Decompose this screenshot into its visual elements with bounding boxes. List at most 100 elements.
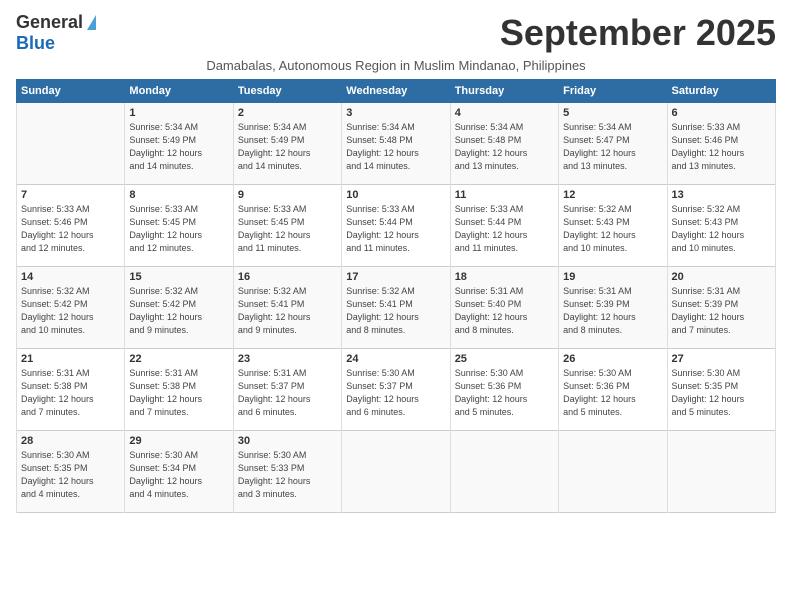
day-info: Sunrise: 5:30 AM Sunset: 5:34 PM Dayligh… (129, 449, 228, 501)
day-info: Sunrise: 5:31 AM Sunset: 5:38 PM Dayligh… (129, 367, 228, 419)
day-number: 26 (563, 353, 662, 365)
logo: General Blue (16, 12, 96, 54)
day-cell: 29 Sunrise: 5:30 AM Sunset: 5:34 PM Dayli… (125, 431, 233, 513)
day-info: Sunrise: 5:30 AM Sunset: 5:35 PM Dayligh… (672, 367, 771, 419)
day-number: 12 (563, 189, 662, 201)
day-cell: 10Sunrise: 5:33 AM Sunset: 5:44 PM Dayli… (342, 185, 450, 267)
day-number: 19 (563, 271, 662, 283)
day-info: Sunrise: 5:33 AM Sunset: 5:44 PM Dayligh… (455, 203, 554, 255)
day-number: 21 (21, 353, 120, 365)
day-number: 24 (346, 353, 445, 365)
day-info: Sunrise: 5:32 AM Sunset: 5:43 PM Dayligh… (672, 203, 771, 255)
day-info: Sunrise: 5:32 AM Sunset: 5:41 PM Dayligh… (346, 285, 445, 337)
day-cell: 14Sunrise: 5:32 AM Sunset: 5:42 PM Dayli… (17, 267, 125, 349)
day-number: 6 (672, 107, 771, 119)
col-friday: Friday (559, 80, 667, 103)
day-number: 22 (129, 353, 228, 365)
day-cell (667, 431, 775, 513)
day-number: 5 (563, 107, 662, 119)
day-number: 1 (129, 107, 228, 119)
col-sunday: Sunday (17, 80, 125, 103)
day-info: Sunrise: 5:34 AM Sunset: 5:48 PM Dayligh… (346, 121, 445, 173)
day-cell: 4Sunrise: 5:34 AM Sunset: 5:48 PM Daylig… (450, 103, 558, 185)
day-number: 3 (346, 107, 445, 119)
col-monday: Monday (125, 80, 233, 103)
calendar-table: Sunday Monday Tuesday Wednesday Thursday… (16, 79, 776, 513)
day-cell: 21 Sunrise: 5:31 AM Sunset: 5:38 PM Dayli… (17, 349, 125, 431)
col-tuesday: Tuesday (233, 80, 341, 103)
week-row-3: 21 Sunrise: 5:31 AM Sunset: 5:38 PM Dayli… (17, 349, 776, 431)
day-cell: 7 Sunrise: 5:33 AM Sunset: 5:46 PM Daylig… (17, 185, 125, 267)
day-number: 23 (238, 353, 337, 365)
day-number: 28 (21, 435, 120, 447)
day-cell: 13 Sunrise: 5:32 AM Sunset: 5:43 PM Dayli… (667, 185, 775, 267)
day-cell: 9Sunrise: 5:33 AM Sunset: 5:45 PM Daylig… (233, 185, 341, 267)
day-cell (17, 103, 125, 185)
day-cell: 3 Sunrise: 5:34 AM Sunset: 5:48 PM Daylig… (342, 103, 450, 185)
day-cell: 23 Sunrise: 5:31 AM Sunset: 5:37 PM Dayli… (233, 349, 341, 431)
col-wednesday: Wednesday (342, 80, 450, 103)
day-number: 17 (346, 271, 445, 283)
col-thursday: Thursday (450, 80, 558, 103)
day-info: Sunrise: 5:34 AM Sunset: 5:49 PM Dayligh… (238, 121, 337, 173)
day-cell: 1 Sunrise: 5:34 AM Sunset: 5:49 PM Daylig… (125, 103, 233, 185)
page: General Blue September 2025 Damabalas, A… (0, 0, 792, 612)
logo-line2: Blue (16, 33, 55, 54)
day-info: Sunrise: 5:33 AM Sunset: 5:44 PM Dayligh… (346, 203, 445, 255)
day-cell: 30 Sunrise: 5:30 AM Sunset: 5:33 PM Dayli… (233, 431, 341, 513)
day-number: 11 (455, 189, 554, 201)
day-info: Sunrise: 5:32 AM Sunset: 5:42 PM Dayligh… (129, 285, 228, 337)
week-row-4: 28 Sunrise: 5:30 AM Sunset: 5:35 PM Dayli… (17, 431, 776, 513)
day-number: 7 (21, 189, 120, 201)
day-cell: 25 Sunrise: 5:30 AM Sunset: 5:36 PM Dayli… (450, 349, 558, 431)
day-number: 25 (455, 353, 554, 365)
header-row: Sunday Monday Tuesday Wednesday Thursday… (17, 80, 776, 103)
day-cell (450, 431, 558, 513)
day-number: 29 (129, 435, 228, 447)
day-info: Sunrise: 5:34 AM Sunset: 5:49 PM Dayligh… (129, 121, 228, 173)
day-info: Sunrise: 5:33 AM Sunset: 5:46 PM Dayligh… (21, 203, 120, 255)
day-info: Sunrise: 5:30 AM Sunset: 5:35 PM Dayligh… (21, 449, 120, 501)
day-number: 9 (238, 189, 337, 201)
day-cell: 27Sunrise: 5:30 AM Sunset: 5:35 PM Dayli… (667, 349, 775, 431)
day-info: Sunrise: 5:33 AM Sunset: 5:46 PM Dayligh… (672, 121, 771, 173)
day-cell: 8 Sunrise: 5:33 AM Sunset: 5:45 PM Daylig… (125, 185, 233, 267)
day-cell (559, 431, 667, 513)
day-cell: 20Sunrise: 5:31 AM Sunset: 5:39 PM Dayli… (667, 267, 775, 349)
week-row-0: 1 Sunrise: 5:34 AM Sunset: 5:49 PM Daylig… (17, 103, 776, 185)
day-info: Sunrise: 5:31 AM Sunset: 5:37 PM Dayligh… (238, 367, 337, 419)
day-info: Sunrise: 5:31 AM Sunset: 5:38 PM Dayligh… (21, 367, 120, 419)
day-cell: 22 Sunrise: 5:31 AM Sunset: 5:38 PM Dayli… (125, 349, 233, 431)
day-info: Sunrise: 5:30 AM Sunset: 5:36 PM Dayligh… (563, 367, 662, 419)
day-cell: 24 Sunrise: 5:30 AM Sunset: 5:37 PM Dayli… (342, 349, 450, 431)
day-cell: 15 Sunrise: 5:32 AM Sunset: 5:42 PM Dayli… (125, 267, 233, 349)
day-info: Sunrise: 5:30 AM Sunset: 5:37 PM Dayligh… (346, 367, 445, 419)
day-number: 13 (672, 189, 771, 201)
day-number: 8 (129, 189, 228, 201)
day-info: Sunrise: 5:32 AM Sunset: 5:43 PM Dayligh… (563, 203, 662, 255)
day-info: Sunrise: 5:32 AM Sunset: 5:41 PM Dayligh… (238, 285, 337, 337)
day-info: Sunrise: 5:31 AM Sunset: 5:39 PM Dayligh… (672, 285, 771, 337)
day-info: Sunrise: 5:33 AM Sunset: 5:45 PM Dayligh… (129, 203, 228, 255)
week-row-2: 14Sunrise: 5:32 AM Sunset: 5:42 PM Dayli… (17, 267, 776, 349)
day-cell: 16Sunrise: 5:32 AM Sunset: 5:41 PM Dayli… (233, 267, 341, 349)
day-info: Sunrise: 5:30 AM Sunset: 5:33 PM Dayligh… (238, 449, 337, 501)
day-cell: 17 Sunrise: 5:32 AM Sunset: 5:41 PM Dayli… (342, 267, 450, 349)
month-title: September 2025 (500, 12, 776, 54)
day-info: Sunrise: 5:31 AM Sunset: 5:40 PM Dayligh… (455, 285, 554, 337)
day-number: 18 (455, 271, 554, 283)
day-number: 15 (129, 271, 228, 283)
day-cell: 2 Sunrise: 5:34 AM Sunset: 5:49 PM Daylig… (233, 103, 341, 185)
day-cell: 11 Sunrise: 5:33 AM Sunset: 5:44 PM Dayli… (450, 185, 558, 267)
day-info: Sunrise: 5:34 AM Sunset: 5:48 PM Dayligh… (455, 121, 554, 173)
logo-line1: General (16, 12, 96, 33)
day-cell: 12 Sunrise: 5:32 AM Sunset: 5:43 PM Dayli… (559, 185, 667, 267)
day-cell: 28 Sunrise: 5:30 AM Sunset: 5:35 PM Dayli… (17, 431, 125, 513)
day-number: 30 (238, 435, 337, 447)
day-cell: 6 Sunrise: 5:33 AM Sunset: 5:46 PM Daylig… (667, 103, 775, 185)
day-number: 2 (238, 107, 337, 119)
day-info: Sunrise: 5:32 AM Sunset: 5:42 PM Dayligh… (21, 285, 120, 337)
day-cell (342, 431, 450, 513)
header-area: General Blue September 2025 (16, 12, 776, 54)
day-info: Sunrise: 5:30 AM Sunset: 5:36 PM Dayligh… (455, 367, 554, 419)
